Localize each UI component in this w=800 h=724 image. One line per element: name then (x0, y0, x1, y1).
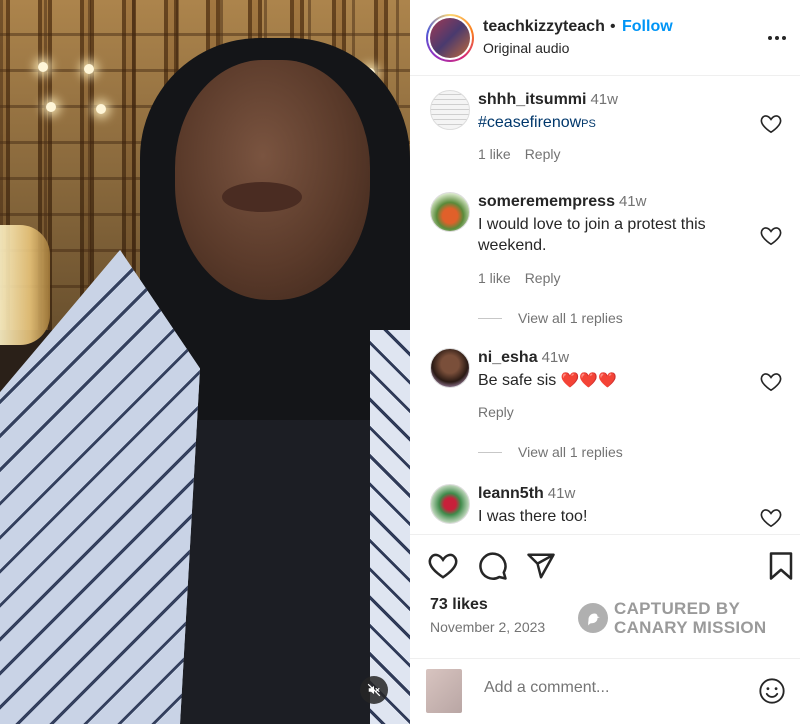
emoji-icon[interactable] (758, 677, 786, 705)
heart-icon[interactable] (760, 372, 782, 392)
reel-video[interactable] (0, 0, 410, 724)
author-avatar[interactable] (426, 14, 474, 62)
comment-list[interactable]: shhh_itsummi 41w #ceasefirenowPS 1 like Re… (410, 76, 800, 534)
post-date: November 2, 2023 (430, 619, 546, 635)
comment-text: I was there too! (478, 508, 588, 525)
like-icon[interactable] (428, 551, 458, 581)
comment-username[interactable]: someremempress 41w (478, 193, 647, 211)
hashtag-link[interactable]: #ceasefirenow (478, 114, 581, 131)
comment-meta: Reply (478, 404, 528, 420)
comment-avatar[interactable] (430, 348, 470, 388)
ceiling-light (46, 102, 56, 112)
reply-divider (478, 317, 502, 319)
more-options-icon[interactable] (766, 28, 788, 48)
ceiling-light (84, 64, 94, 74)
ceiling-light (96, 104, 106, 114)
reply-button[interactable]: Reply (525, 270, 561, 286)
heart-emoji: ❤️❤️❤️ (560, 372, 617, 389)
save-bookmark-icon[interactable] (768, 551, 794, 581)
like-count[interactable]: 73 likes (430, 596, 488, 614)
comment-avatar[interactable] (430, 192, 470, 232)
heart-icon[interactable] (760, 508, 782, 528)
current-user-avatar (426, 669, 462, 713)
comment-time: 41w (590, 91, 618, 108)
hashtag-suffix: PS (581, 118, 596, 130)
comment-time: 41w (547, 485, 576, 502)
add-comment-bar (410, 658, 800, 724)
comment-avatar[interactable] (430, 90, 470, 130)
reply-divider (478, 451, 502, 453)
reply-button[interactable]: Reply (478, 404, 514, 420)
post-side-panel: teachkizzyteach • Follow Original audio … (410, 0, 800, 724)
comment-meta: 1 like Reply (478, 270, 574, 286)
comment-username[interactable]: shhh_itsummi 41w (478, 91, 618, 109)
mute-button[interactable] (360, 676, 388, 704)
person-lips (222, 182, 302, 212)
comment-like-count[interactable]: 1 like (478, 146, 511, 162)
wall-lamp (0, 225, 50, 345)
watermark-text: CAPTURED BY CANARY MISSION (614, 599, 767, 637)
comment-icon[interactable] (478, 551, 508, 581)
comment-avatar[interactable] (430, 484, 470, 524)
comment-time: 41w (541, 349, 570, 366)
view-replies-button[interactable]: View all 1 replies (478, 444, 623, 460)
muted-speaker-icon (367, 683, 381, 697)
comment-text: Be safe sis ❤️❤️❤️ (478, 372, 617, 389)
author-username[interactable]: teachkizzyteach (483, 18, 605, 36)
comment-meta: 1 like Reply (478, 146, 574, 162)
comment-text: #ceasefirenowPS (478, 112, 748, 135)
heart-icon[interactable] (760, 226, 782, 246)
person-face (175, 60, 370, 300)
post-header: teachkizzyteach • Follow Original audio (410, 0, 800, 76)
share-icon[interactable] (526, 551, 556, 581)
keffiyeh-scarf (370, 330, 410, 724)
reply-button[interactable]: Reply (525, 146, 561, 162)
comment-username[interactable]: leann5th 41w (478, 485, 575, 503)
comment-like-count[interactable]: 1 like (478, 270, 511, 286)
watermark: CAPTURED BY CANARY MISSION (578, 599, 778, 639)
ceiling-light (38, 62, 48, 72)
follow-button[interactable]: Follow (622, 18, 673, 36)
header-separator: • (610, 18, 616, 35)
view-replies-button[interactable]: View all 1 replies (478, 310, 623, 326)
audio-label[interactable]: Original audio (483, 40, 569, 56)
canary-bird-icon (578, 603, 608, 633)
comment-text: I would love to join a protest this week… (478, 216, 706, 254)
comment-username[interactable]: ni_esha 41w (478, 349, 569, 367)
comment-time: 41w (618, 193, 647, 210)
heart-icon[interactable] (760, 114, 782, 134)
post-actions: 73 likes November 2, 2023 CAPTURED BY CA… (410, 534, 800, 658)
comment-input[interactable] (484, 679, 734, 697)
